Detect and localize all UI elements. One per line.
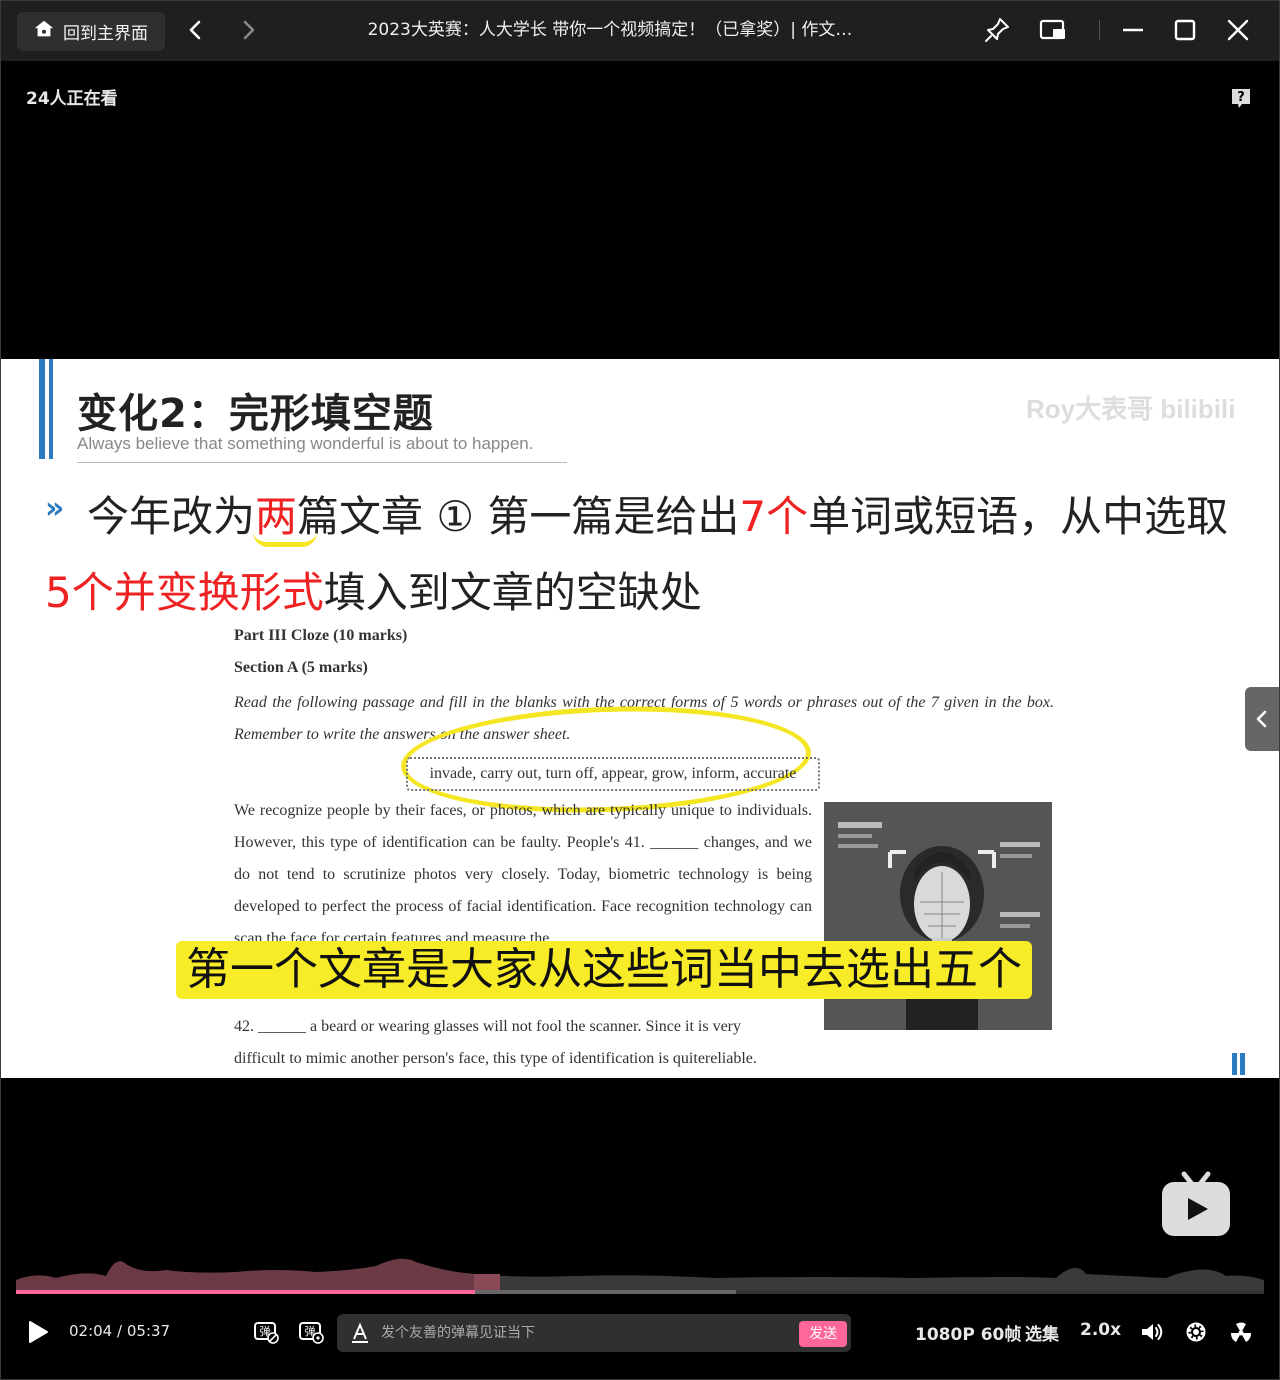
pin-icon[interactable] bbox=[982, 15, 1012, 45]
line2-text: 填入到文章的空缺处 bbox=[323, 568, 702, 617]
feedback-icon[interactable]: ? bbox=[1229, 86, 1253, 110]
time-display: 02:04 / 05:37 bbox=[69, 1322, 170, 1340]
back-arrow-icon[interactable] bbox=[182, 16, 210, 44]
danmaku-input[interactable]: 发个友善的弹幕见证当下 bbox=[337, 1314, 851, 1352]
line1-text-b: 篇文章 ① 第一篇是给出 bbox=[297, 492, 740, 541]
bilibili-tv-icon[interactable] bbox=[1160, 1170, 1232, 1238]
subtitle-caption: 第一个文章是大家从这些词当中去选出五个 bbox=[176, 941, 1032, 999]
episodes-button[interactable]: 选集 bbox=[1025, 1320, 1059, 1345]
titlebar-separator bbox=[1099, 20, 1100, 40]
line1-text-c: 单词或短语，从中选取 bbox=[808, 492, 1229, 541]
svg-text:?: ? bbox=[1237, 90, 1245, 105]
slide-subheading: Always believe that something wonderful … bbox=[77, 434, 534, 453]
slide-pause-mark-icon bbox=[1232, 1053, 1246, 1075]
line2-red-text: 5个并变换形式 bbox=[45, 568, 324, 617]
word-box: invade, carry out, turn off, appear, gro… bbox=[406, 757, 820, 791]
line1-red-seven: 7个 bbox=[739, 492, 809, 541]
current-time: 02:04 bbox=[69, 1322, 113, 1340]
line1-red-two: 两 bbox=[255, 492, 298, 541]
side-panel-toggle[interactable] bbox=[1245, 687, 1279, 751]
passage-last-line-b: difficult to mimic another person's face… bbox=[234, 1050, 757, 1067]
text-style-icon[interactable] bbox=[349, 1322, 371, 1344]
fullscreen-radiation-icon[interactable] bbox=[1227, 1318, 1255, 1346]
danmaku-placeholder: 发个友善的弹幕见证当下 bbox=[381, 1325, 535, 1341]
home-button[interactable]: 回到主界面 bbox=[17, 12, 165, 51]
settings-gear-icon[interactable] bbox=[1182, 1318, 1210, 1346]
progress-played[interactable] bbox=[16, 1290, 476, 1294]
minimize-icon[interactable] bbox=[1118, 15, 1148, 45]
doc-section-title: Section A (5 marks) bbox=[234, 659, 368, 676]
slide-line-2: 5个并变换形式填入到文章的空缺处 bbox=[45, 559, 702, 620]
window-title: 2023大英赛：人大学长 带你一个视频搞定！（已拿奖）| 作文… bbox=[367, 20, 853, 40]
slide-line-1: 今年改为两篇文章 ① 第一篇是给出7个单词或短语，从中选取 bbox=[87, 483, 1228, 544]
mini-player-icon[interactable] bbox=[1038, 15, 1068, 45]
volume-icon[interactable] bbox=[1138, 1318, 1166, 1346]
danmaku-heat-graph bbox=[16, 1258, 1264, 1292]
doc-passage: We recognize people by their faces, or p… bbox=[234, 795, 812, 1075]
line1-text-a: 今年改为 bbox=[87, 492, 256, 541]
passage-text: We recognize people by their faces, or p… bbox=[234, 802, 812, 947]
passage-last-line-a: 42. ______ a beard or wearing glasses wi… bbox=[234, 1018, 741, 1035]
danmaku-toggle-icon[interactable]: 弹 bbox=[252, 1318, 280, 1346]
slide-accent-bar bbox=[39, 359, 45, 459]
slide-accent-bar-thin bbox=[49, 359, 53, 459]
speed-selector[interactable]: 2.0x bbox=[1080, 1320, 1121, 1340]
slide-heading: 变化2：完形填空题 bbox=[77, 381, 434, 439]
quality-selector[interactable]: 1080P 60帧 bbox=[915, 1320, 1021, 1345]
play-icon[interactable] bbox=[26, 1319, 50, 1345]
maximize-icon[interactable] bbox=[1170, 15, 1200, 45]
slide-divider bbox=[77, 462, 567, 463]
slide-heading-prefix: 变化2： bbox=[77, 391, 229, 437]
danmaku-settings-icon[interactable]: 弹 bbox=[297, 1318, 325, 1346]
slide-heading-highlight: 完形填空题 bbox=[228, 391, 434, 437]
time-separator: / bbox=[117, 1322, 123, 1340]
doc-part-title: Part III Cloze (10 marks) bbox=[234, 627, 408, 644]
close-icon[interactable] bbox=[1223, 15, 1253, 45]
duration: 05:37 bbox=[126, 1322, 171, 1340]
bilibili-watermark: Roy大表哥 bilibili bbox=[1026, 394, 1236, 424]
home-icon bbox=[33, 18, 55, 45]
home-label: 回到主界面 bbox=[63, 24, 148, 44]
bullet-icon: » bbox=[45, 491, 65, 526]
viewer-count: 24人正在看 bbox=[26, 89, 118, 109]
send-button[interactable]: 发送 bbox=[799, 1321, 847, 1347]
